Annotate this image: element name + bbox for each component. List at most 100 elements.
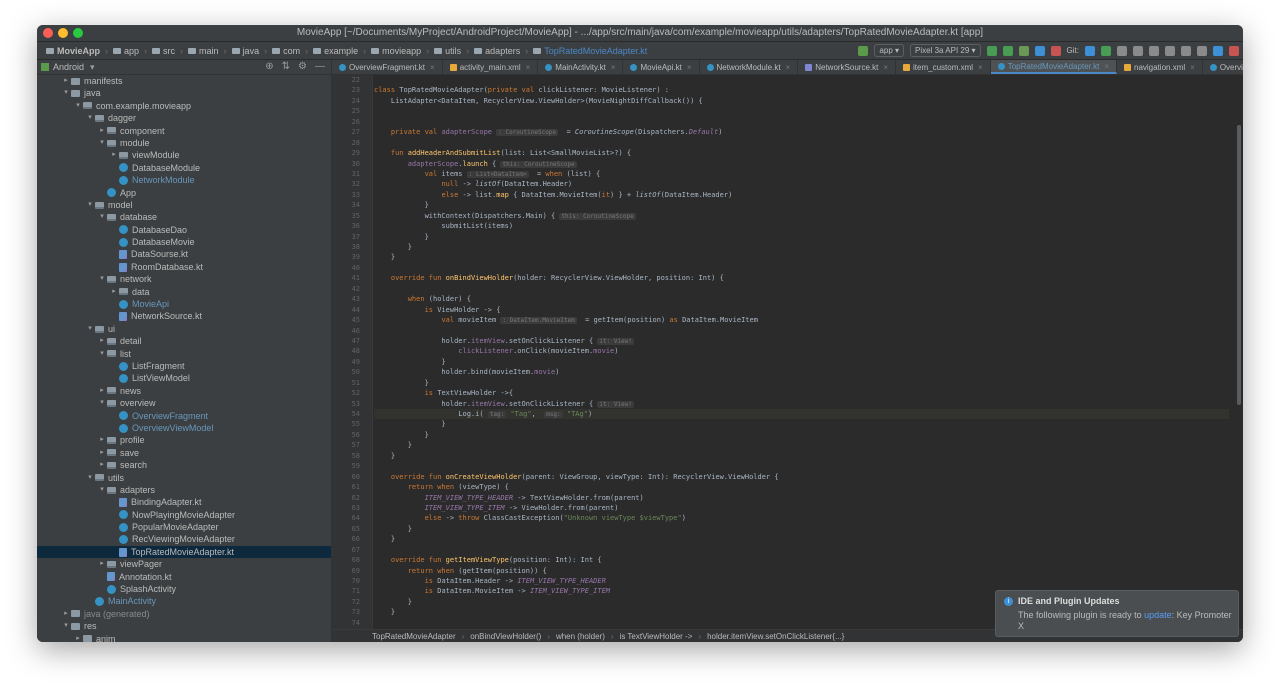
line-number[interactable]: 25 — [338, 106, 360, 116]
close-tab-icon[interactable]: × — [611, 63, 616, 72]
line-number[interactable]: 55 — [338, 419, 360, 429]
breadcrumb-item[interactable]: src — [149, 46, 178, 56]
chevron-icon[interactable]: ▸ — [97, 385, 107, 397]
tree-item[interactable]: RoomDatabase.kt — [37, 261, 331, 273]
line-number[interactable]: 68 — [338, 555, 360, 565]
code-line[interactable]: 63 ITEM_VIEW_TYPE_ITEM -> ViewHolder.fro… — [352, 503, 1229, 513]
code-line[interactable]: 43 when (holder) { — [352, 294, 1229, 304]
line-number[interactable]: 74 — [338, 618, 360, 628]
line-number[interactable]: 69 — [338, 566, 360, 576]
tree-item[interactable]: ▾ model — [37, 199, 331, 211]
line-number[interactable]: 59 — [338, 461, 360, 471]
line-number[interactable]: 67 — [338, 545, 360, 555]
editor-breadcrumb-item[interactable]: holder.itemView.setOnClickListener{...} — [707, 632, 844, 641]
code-line[interactable]: 57 } — [352, 440, 1229, 450]
line-number[interactable]: 39 — [338, 252, 360, 262]
line-number[interactable]: 36 — [338, 221, 360, 231]
tree-item[interactable]: ▾ network — [37, 273, 331, 285]
line-number[interactable]: 48 — [338, 346, 360, 356]
chevron-icon[interactable]: ▸ — [61, 608, 71, 620]
close-tab-icon[interactable]: × — [1190, 63, 1195, 72]
editor-breadcrumb-item[interactable]: onBindViewHolder() — [470, 632, 541, 641]
code-line[interactable]: 53 holder.itemView.setOnClickListener { … — [352, 399, 1229, 409]
editor-tab[interactable]: activity_main.xml × — [443, 60, 539, 74]
editor-scrollbar[interactable] — [1237, 125, 1241, 405]
tree-item[interactable]: ▸ search — [37, 459, 331, 471]
close-tab-icon[interactable]: × — [687, 63, 692, 72]
chevron-icon[interactable]: ▸ — [97, 335, 107, 347]
chevron-icon[interactable]: ▾ — [97, 484, 107, 496]
line-number[interactable]: 23 — [338, 85, 360, 95]
tree-item[interactable]: NetworkSource.kt — [37, 310, 331, 322]
tree-item[interactable]: OverviewViewModel — [37, 422, 331, 434]
project-view-select[interactable]: Android — [53, 62, 84, 72]
chevron-icon[interactable]: ▸ — [109, 286, 119, 298]
code-line[interactable]: 42 — [352, 284, 1229, 294]
code-line[interactable]: 36 submitList(items) — [352, 221, 1229, 231]
tree-item[interactable]: ▾ utils — [37, 472, 331, 484]
minimize-window-button[interactable] — [58, 28, 68, 38]
tree-item[interactable]: ▸ save — [37, 447, 331, 459]
breadcrumb-item[interactable]: TopRatedMovieAdapter.kt — [530, 46, 650, 56]
code-line[interactable]: 30 adapterScope.launch { this: Coroutine… — [352, 159, 1229, 169]
run-config-select[interactable]: app ▾ — [874, 44, 905, 57]
code-line[interactable]: 51 } — [352, 378, 1229, 388]
line-number[interactable]: 35 — [338, 211, 360, 221]
tree-item[interactable]: ▸ viewModule — [37, 149, 331, 161]
close-tab-icon[interactable]: × — [1104, 62, 1109, 71]
update-link[interactable]: update — [1144, 610, 1172, 620]
code-line[interactable]: 64 else -> throw ClassCastException("Unk… — [352, 513, 1229, 523]
code-line[interactable]: 54 Log.i( tag: "Tag", msg: "TAg") — [352, 409, 1229, 420]
tree-item[interactable]: DataSourse.kt — [37, 248, 331, 260]
line-number[interactable]: 38 — [338, 242, 360, 252]
code-line[interactable]: 40 — [352, 263, 1229, 273]
line-number[interactable]: 50 — [338, 367, 360, 377]
code-line[interactable]: 28 — [352, 138, 1229, 148]
tree-item[interactable]: ▸ news — [37, 385, 331, 397]
code-line[interactable]: 47 holder.itemView.setOnClickListener { … — [352, 336, 1229, 346]
chevron-icon[interactable]: ▾ — [61, 87, 71, 99]
tree-item[interactable]: ▾ list — [37, 348, 331, 360]
chevron-icon[interactable]: ▸ — [73, 633, 83, 642]
close-tab-icon[interactable]: × — [526, 63, 531, 72]
line-number[interactable]: 28 — [338, 138, 360, 148]
close-tab-icon[interactable]: × — [883, 63, 888, 72]
line-number[interactable]: 72 — [338, 597, 360, 607]
collapse-icon[interactable]: ⇅ — [282, 61, 290, 72]
code-line[interactable]: 27 private val adapterScope : CoroutineS… — [352, 127, 1229, 137]
code-line[interactable]: 44 is ViewHolder -> { — [352, 305, 1229, 315]
line-number[interactable]: 41 — [338, 273, 360, 283]
chevron-icon[interactable]: ▸ — [97, 459, 107, 471]
history-icon[interactable] — [1117, 45, 1127, 56]
chevron-down-icon[interactable]: ▾ — [90, 62, 95, 73]
editor-tab[interactable]: OverviewViewMo× — [1203, 60, 1243, 74]
line-number[interactable]: 61 — [338, 482, 360, 492]
tree-item[interactable]: ▾ overview — [37, 397, 331, 409]
line-number[interactable]: 45 — [338, 315, 360, 325]
tree-item[interactable]: ▸ profile — [37, 434, 331, 446]
breadcrumb-item[interactable]: app — [110, 46, 142, 56]
breadcrumb-item[interactable]: main — [185, 46, 222, 56]
chevron-icon[interactable]: ▾ — [97, 137, 107, 149]
editor-breadcrumb-item[interactable]: is TextViewHolder -> — [620, 632, 693, 641]
tree-item[interactable]: DatabaseModule — [37, 162, 331, 174]
line-number[interactable]: 63 — [338, 503, 360, 513]
tree-item[interactable]: MainActivity — [37, 595, 331, 607]
tree-item[interactable]: ▾ adapters — [37, 484, 331, 496]
build-hammer-icon[interactable] — [858, 45, 869, 56]
code-line[interactable]: 59 — [352, 461, 1229, 471]
code-line[interactable]: 49 } — [352, 357, 1229, 367]
code-line[interactable]: 22 — [352, 75, 1229, 85]
code-line[interactable]: 69 return when (getItem(position)) { — [352, 566, 1229, 576]
line-number[interactable]: 62 — [338, 493, 360, 503]
line-number[interactable]: 46 — [338, 326, 360, 336]
tree-item[interactable]: SplashActivity — [37, 583, 331, 595]
code-line[interactable]: 46 — [352, 326, 1229, 336]
tree-item[interactable]: ▸ data — [37, 286, 331, 298]
editor-breadcrumb-item[interactable]: when (holder) — [556, 632, 605, 641]
editor-tab[interactable]: NetworkSource.kt × — [798, 60, 897, 74]
line-number[interactable]: 65 — [338, 524, 360, 534]
rollback-icon[interactable] — [1133, 45, 1143, 56]
chevron-icon[interactable]: ▾ — [97, 397, 107, 409]
tree-item[interactable]: NowPlayingMovieAdapter — [37, 509, 331, 521]
